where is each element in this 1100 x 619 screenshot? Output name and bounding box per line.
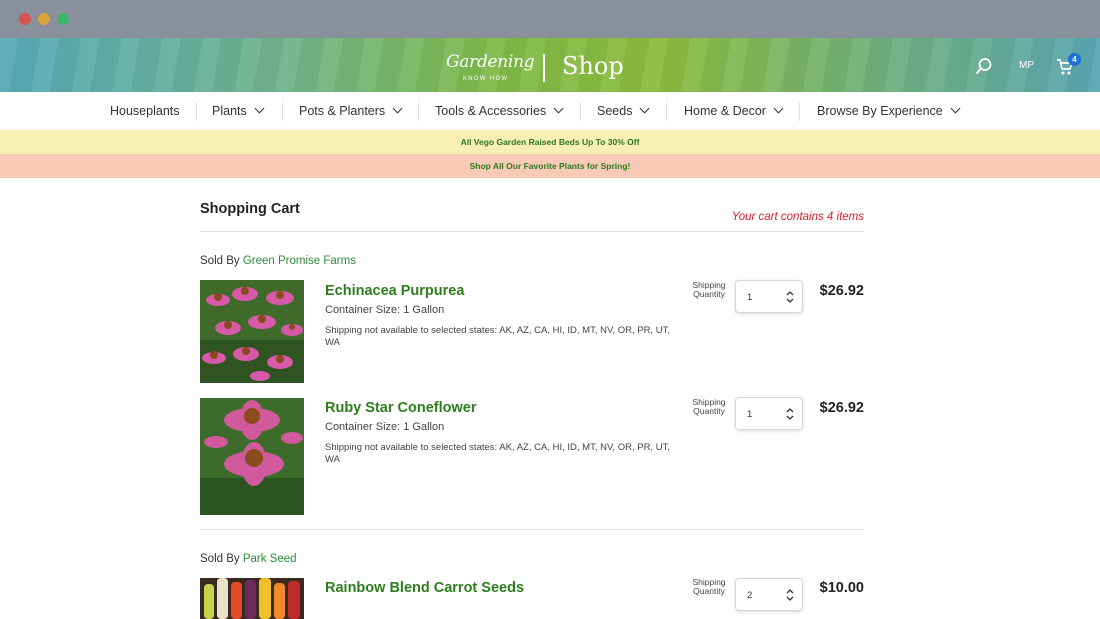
stepper-arrows-icon xyxy=(786,408,794,420)
nav-separator xyxy=(282,102,283,121)
nav-separator xyxy=(580,102,581,121)
product-image-ruby-star[interactable] xyxy=(200,398,304,515)
product-name-link[interactable]: Rainbow Blend Carrot Seeds xyxy=(325,580,524,596)
quantity-select[interactable]: 1 xyxy=(735,280,803,313)
brand-divider xyxy=(543,54,545,82)
site-header xyxy=(0,38,1100,92)
nav-item-pots-planters[interactable]: Pots & Planters xyxy=(299,92,403,130)
chevron-down-icon xyxy=(553,103,564,114)
stepper-arrows-icon xyxy=(786,291,794,303)
item-price: $26.92 xyxy=(819,283,864,299)
promo-banner-raised-beds[interactable]: All Vego Garden Raised Beds Up To 30% Of… xyxy=(0,130,1100,154)
quantity-select[interactable]: 1 xyxy=(735,397,803,430)
shipping-restriction-note: Shipping not available to selected state… xyxy=(325,442,670,465)
container-size: Container Size: 1 Gallon xyxy=(325,421,445,433)
chevron-down-icon xyxy=(254,103,265,114)
divider xyxy=(200,231,864,232)
shipping-quantity-label: Shipping Quantity xyxy=(692,577,726,596)
page-title: Shopping Cart xyxy=(200,201,300,217)
close-window-button[interactable] xyxy=(19,13,31,25)
maximize-window-button[interactable] xyxy=(57,13,69,25)
product-name-link[interactable]: Echinacea Purpurea xyxy=(325,283,464,299)
nav-separator xyxy=(418,102,419,121)
cart-item-count: Your cart contains 4 items xyxy=(731,211,864,223)
sold-by-label: Sold By Green Promise Farms xyxy=(200,255,356,267)
shipping-restriction-note: Shipping not available to selected state… xyxy=(325,325,670,348)
nav-item-browse-by-experience[interactable]: Browse By Experience xyxy=(817,92,961,130)
minimize-window-button[interactable] xyxy=(38,13,50,25)
search-icon[interactable] xyxy=(975,57,993,75)
nav-separator xyxy=(799,102,800,121)
user-account-button[interactable]: MP xyxy=(1019,60,1034,71)
product-image-carrot-seeds[interactable] xyxy=(200,578,304,619)
nav-item-seeds[interactable]: Seeds xyxy=(597,92,650,130)
brand-shop-title[interactable]: Shop xyxy=(562,52,624,80)
chevron-down-icon xyxy=(950,103,961,114)
container-size: Container Size: 1 Gallon xyxy=(325,304,445,316)
cart-count-badge: 4 xyxy=(1068,53,1081,66)
quantity-value: 1 xyxy=(747,409,753,420)
chevron-down-icon xyxy=(640,103,650,114)
shipping-quantity-label: Shipping Quantity xyxy=(692,397,726,416)
brand-logo-script[interactable]: Gardening xyxy=(446,52,535,72)
item-price: $10.00 xyxy=(819,580,864,596)
promo-banner-spring-plants[interactable]: Shop All Our Favorite Plants for Spring! xyxy=(0,154,1100,178)
nav-item-houseplants[interactable]: Houseplants xyxy=(110,92,180,130)
shipping-quantity-label: Shipping Quantity xyxy=(692,280,726,299)
quantity-value: 1 xyxy=(747,292,753,303)
nav-item-tools-accessories[interactable]: Tools & Accessories xyxy=(435,92,564,130)
chevron-down-icon xyxy=(773,103,784,114)
nav-separator xyxy=(196,102,197,121)
item-price: $26.92 xyxy=(819,400,864,416)
brand-logo-subtitle: KNOW HOW xyxy=(463,76,509,82)
quantity-select[interactable]: 2 xyxy=(735,578,803,611)
product-image-echinacea[interactable] xyxy=(200,280,304,383)
quantity-value: 2 xyxy=(747,590,753,601)
stepper-arrows-icon xyxy=(786,589,794,601)
chevron-down-icon xyxy=(392,103,403,114)
sold-by-label: Sold By Park Seed xyxy=(200,553,297,565)
nav-item-plants[interactable]: Plants xyxy=(212,92,265,130)
vendor-link[interactable]: Green Promise Farms xyxy=(243,255,356,267)
divider xyxy=(200,529,864,530)
main-nav: Houseplants Plants Pots & Planters Tools… xyxy=(0,92,1100,130)
nav-separator xyxy=(666,102,667,121)
product-name-link[interactable]: Ruby Star Coneflower xyxy=(325,400,476,416)
vendor-link[interactable]: Park Seed xyxy=(243,553,297,565)
window-titlebar xyxy=(0,0,1100,38)
nav-item-home-decor[interactable]: Home & Decor xyxy=(684,92,784,130)
